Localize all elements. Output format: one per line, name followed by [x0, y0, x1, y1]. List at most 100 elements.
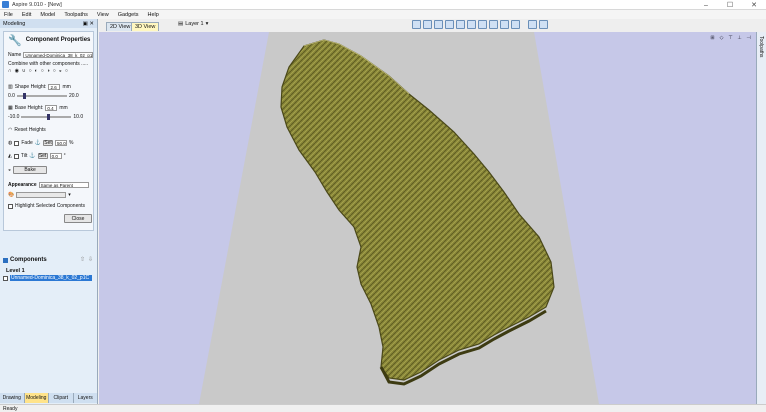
- shape-height-slider[interactable]: [16, 93, 67, 99]
- status-text: Ready: [3, 405, 18, 412]
- grid-icon[interactable]: [434, 20, 443, 29]
- bake-icon: ◒: [8, 167, 12, 173]
- base-height-unit: mm: [59, 105, 68, 111]
- menu-view[interactable]: View: [97, 12, 109, 18]
- toolpaths-side-tab[interactable]: Toolpaths: [756, 32, 766, 404]
- combine-multiply-icon[interactable]: ○: [29, 68, 32, 74]
- combine-merge-icon[interactable]: ◑: [47, 68, 50, 74]
- image-tool-icon[interactable]: [423, 20, 432, 29]
- combine-add-icon[interactable]: ∩: [8, 68, 12, 74]
- component-properties-panel: 🔧 Component Properties Name Unnamed-Domi…: [3, 31, 94, 231]
- toolpath-preview-icon[interactable]: [528, 20, 537, 29]
- zoom-extents-icon[interactable]: ⊞: [709, 34, 716, 41]
- bake-row: ◒ Bake: [8, 166, 48, 174]
- settings-icon[interactable]: [539, 20, 548, 29]
- anchor-icon[interactable]: ⚓: [35, 140, 41, 146]
- combine-zero-icon[interactable]: ○: [53, 68, 56, 74]
- fade-input[interactable]: 50.0: [55, 140, 68, 146]
- highlight-checkbox[interactable]: [8, 203, 13, 209]
- tab-3d-view[interactable]: 3D View: [131, 22, 160, 31]
- component-item-label[interactable]: Unnamed-Dominica_38_k_02_p1C: [10, 275, 92, 281]
- close-button[interactable]: Close: [64, 214, 92, 223]
- move-down-icon[interactable]: ⇩: [88, 256, 93, 263]
- bottom-tabs: Drawing Modeling Clipart Layers: [0, 393, 98, 403]
- shape-slider-thumb[interactable]: [23, 93, 27, 99]
- shape-slider-row: 0.0 20.0: [8, 93, 79, 99]
- fade-checkbox[interactable]: [14, 140, 20, 146]
- base-slider-row: -10.0 10.0: [8, 114, 83, 120]
- tab-layers[interactable]: Layers: [73, 393, 98, 403]
- tilt-unit: °: [63, 153, 66, 159]
- render-icon[interactable]: [456, 20, 465, 29]
- combine-base-icon[interactable]: ○: [65, 68, 68, 74]
- anchor-icon[interactable]: ⚓: [29, 153, 35, 159]
- tab-clipart[interactable]: Clipart: [49, 393, 74, 403]
- menu-edit[interactable]: Edit: [22, 12, 31, 18]
- base-slider-thumb[interactable]: [47, 114, 51, 120]
- layer-selector[interactable]: ▤ Layer 1 ▾: [178, 21, 208, 27]
- palette-icon: 🎨: [8, 192, 15, 198]
- shape-height-input[interactable]: 2.6: [48, 84, 61, 90]
- cube-icon[interactable]: [445, 20, 454, 29]
- toolpaths-side-label: Toolpaths: [758, 36, 764, 58]
- color-swatch[interactable]: [16, 192, 67, 198]
- combine-high-icon[interactable]: ◐: [35, 68, 38, 74]
- combine-subtract-icon[interactable]: ∪: [22, 68, 26, 74]
- reset-heights-button[interactable]: Reset Heights: [14, 127, 45, 133]
- base-height-slider[interactable]: [21, 114, 72, 120]
- fade-set-button[interactable]: Set: [43, 140, 54, 146]
- menu-help[interactable]: Help: [148, 12, 159, 18]
- side-view-icon[interactable]: ⊣: [745, 34, 752, 41]
- status-bar: Ready: [0, 404, 766, 412]
- material-icon[interactable]: [500, 20, 509, 29]
- shade-icon[interactable]: [467, 20, 476, 29]
- components-header: Components: [3, 257, 47, 263]
- draw-tool-icon[interactable]: [412, 20, 421, 29]
- combine-selected-icon[interactable]: ◉: [15, 68, 19, 74]
- menu-file[interactable]: File: [4, 12, 13, 18]
- reset-heights-row: ◠ Reset Heights: [8, 127, 46, 133]
- iso-view-icon[interactable]: ◇: [718, 34, 725, 41]
- chevron-down-icon: ▾: [205, 21, 209, 27]
- shape-max-label: 20.0: [68, 93, 79, 99]
- menu-model[interactable]: Model: [40, 12, 55, 18]
- menu-toolpaths[interactable]: Toolpaths: [64, 12, 88, 18]
- visibility-checkbox[interactable]: [3, 275, 8, 281]
- tab-modeling[interactable]: Modeling: [24, 393, 49, 403]
- minimize-icon[interactable]: –: [694, 0, 718, 10]
- tilt-set-button[interactable]: Set: [37, 153, 48, 159]
- maximize-icon[interactable]: ☐: [718, 0, 742, 10]
- base-height-input[interactable]: 0.4: [45, 105, 58, 111]
- tab-drawing[interactable]: Drawing: [0, 393, 25, 403]
- combine-low-icon[interactable]: ○: [41, 68, 44, 74]
- wrench-icon: 🔧: [8, 34, 22, 47]
- menu-gadgets[interactable]: Gadgets: [118, 12, 139, 18]
- base-height-label: Base Height:: [14, 105, 44, 111]
- panel-title: Modeling: [3, 20, 26, 27]
- front-view-icon[interactable]: ⊥: [736, 34, 743, 41]
- name-label: Name: [8, 52, 22, 58]
- name-field[interactable]: Unnamed-Dominica_38_k_02_p1C: [23, 52, 94, 58]
- colors-icon[interactable]: [478, 20, 487, 29]
- 3d-viewport[interactable]: ⊞ ◇ ⊤ ⊥ ⊣: [99, 32, 756, 404]
- pin-icon[interactable]: ▣ ✕: [83, 21, 94, 27]
- left-panel: Modeling ▣ ✕ 🔧 Component Properties Name…: [0, 19, 98, 409]
- plane-icon[interactable]: [511, 20, 520, 29]
- combine-shape-icon[interactable]: ◒: [59, 68, 62, 74]
- base-height-icon: ▦: [8, 105, 13, 111]
- close-icon[interactable]: ✕: [742, 0, 766, 10]
- bake-button[interactable]: Bake: [13, 166, 48, 174]
- top-view-icon[interactable]: ⊤: [727, 34, 734, 41]
- move-up-icon[interactable]: ⇧: [80, 256, 85, 263]
- menu-bar: File Edit Model Toolpaths View Gadgets H…: [0, 10, 766, 19]
- appearance-label: Appearance: [8, 182, 37, 188]
- lighting-icon[interactable]: [489, 20, 498, 29]
- tilt-input[interactable]: 0.0: [49, 153, 62, 159]
- name-row: Name Unnamed-Dominica_38_k_02_p1C: [8, 52, 94, 58]
- chevron-down-icon[interactable]: ▾: [68, 192, 71, 198]
- component-list-item[interactable]: Unnamed-Dominica_38_k_02_p1C: [3, 275, 92, 281]
- tilt-checkbox[interactable]: [13, 153, 19, 159]
- view-tool-icons: [412, 20, 548, 29]
- panel-header: Modeling ▣ ✕: [0, 19, 97, 28]
- appearance-select[interactable]: Same as Parent: [38, 182, 89, 188]
